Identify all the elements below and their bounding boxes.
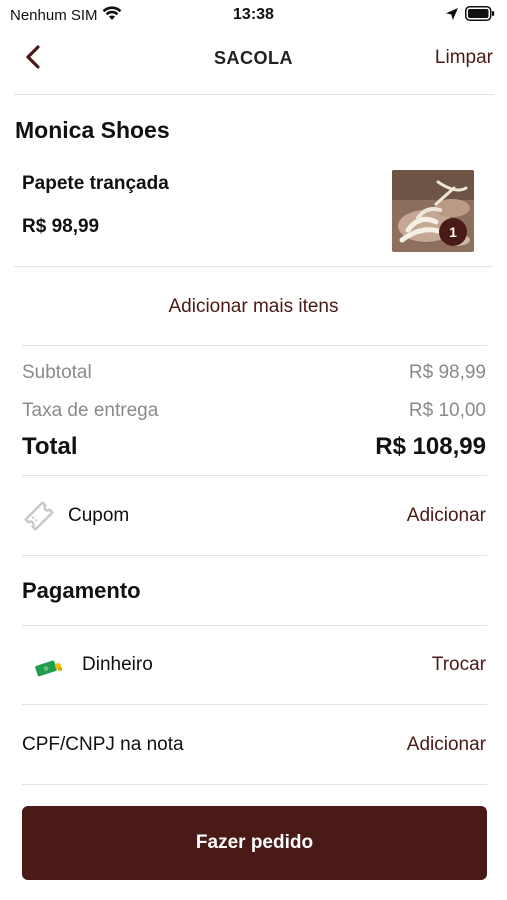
- status-right: [445, 6, 495, 26]
- cpf-label: CPF/CNPJ na nota: [22, 734, 184, 755]
- status-time: 13:38: [233, 6, 274, 23]
- payment-method-label: Dinheiro: [82, 654, 153, 675]
- store-name: Monica Shoes: [15, 117, 170, 143]
- divider: [22, 625, 487, 626]
- subtotal-label: Subtotal: [22, 362, 92, 383]
- status-bar: Nenhum SIM 13:38: [0, 0, 507, 32]
- cash-icon: [34, 657, 64, 679]
- total-label: Total: [22, 433, 78, 460]
- quantity-badge: 1: [439, 218, 467, 246]
- item-name: Papete trançada: [22, 173, 169, 194]
- battery-icon: [465, 6, 495, 26]
- divider: [22, 704, 487, 705]
- page-title: SACOLA: [214, 48, 293, 68]
- divider: [22, 345, 487, 346]
- divider: [22, 555, 487, 556]
- place-order-button[interactable]: Fazer pedido: [22, 806, 487, 880]
- add-cpf-button[interactable]: Adicionar: [407, 734, 486, 756]
- divider: [14, 94, 494, 95]
- delivery-fee-label: Taxa de entrega: [22, 400, 159, 421]
- item-price: R$ 98,99: [22, 216, 100, 237]
- divider: [14, 266, 493, 267]
- location-arrow-icon: [445, 7, 459, 26]
- delivery-fee-value: R$ 10,00: [408, 400, 486, 421]
- add-coupon-button[interactable]: Adicionar: [407, 505, 486, 527]
- divider: [22, 475, 487, 476]
- add-more-items-button[interactable]: Adicionar mais itens: [0, 296, 507, 318]
- coupon-label: Cupom: [68, 505, 130, 526]
- total-value: R$ 108,99: [375, 433, 486, 460]
- change-payment-button[interactable]: Trocar: [432, 654, 486, 676]
- subtotal-value: R$ 98,99: [408, 362, 486, 383]
- payment-section-title: Pagamento: [22, 578, 141, 603]
- clear-button[interactable]: Limpar: [435, 47, 493, 69]
- divider: [22, 784, 487, 785]
- coupon-icon: [22, 499, 56, 533]
